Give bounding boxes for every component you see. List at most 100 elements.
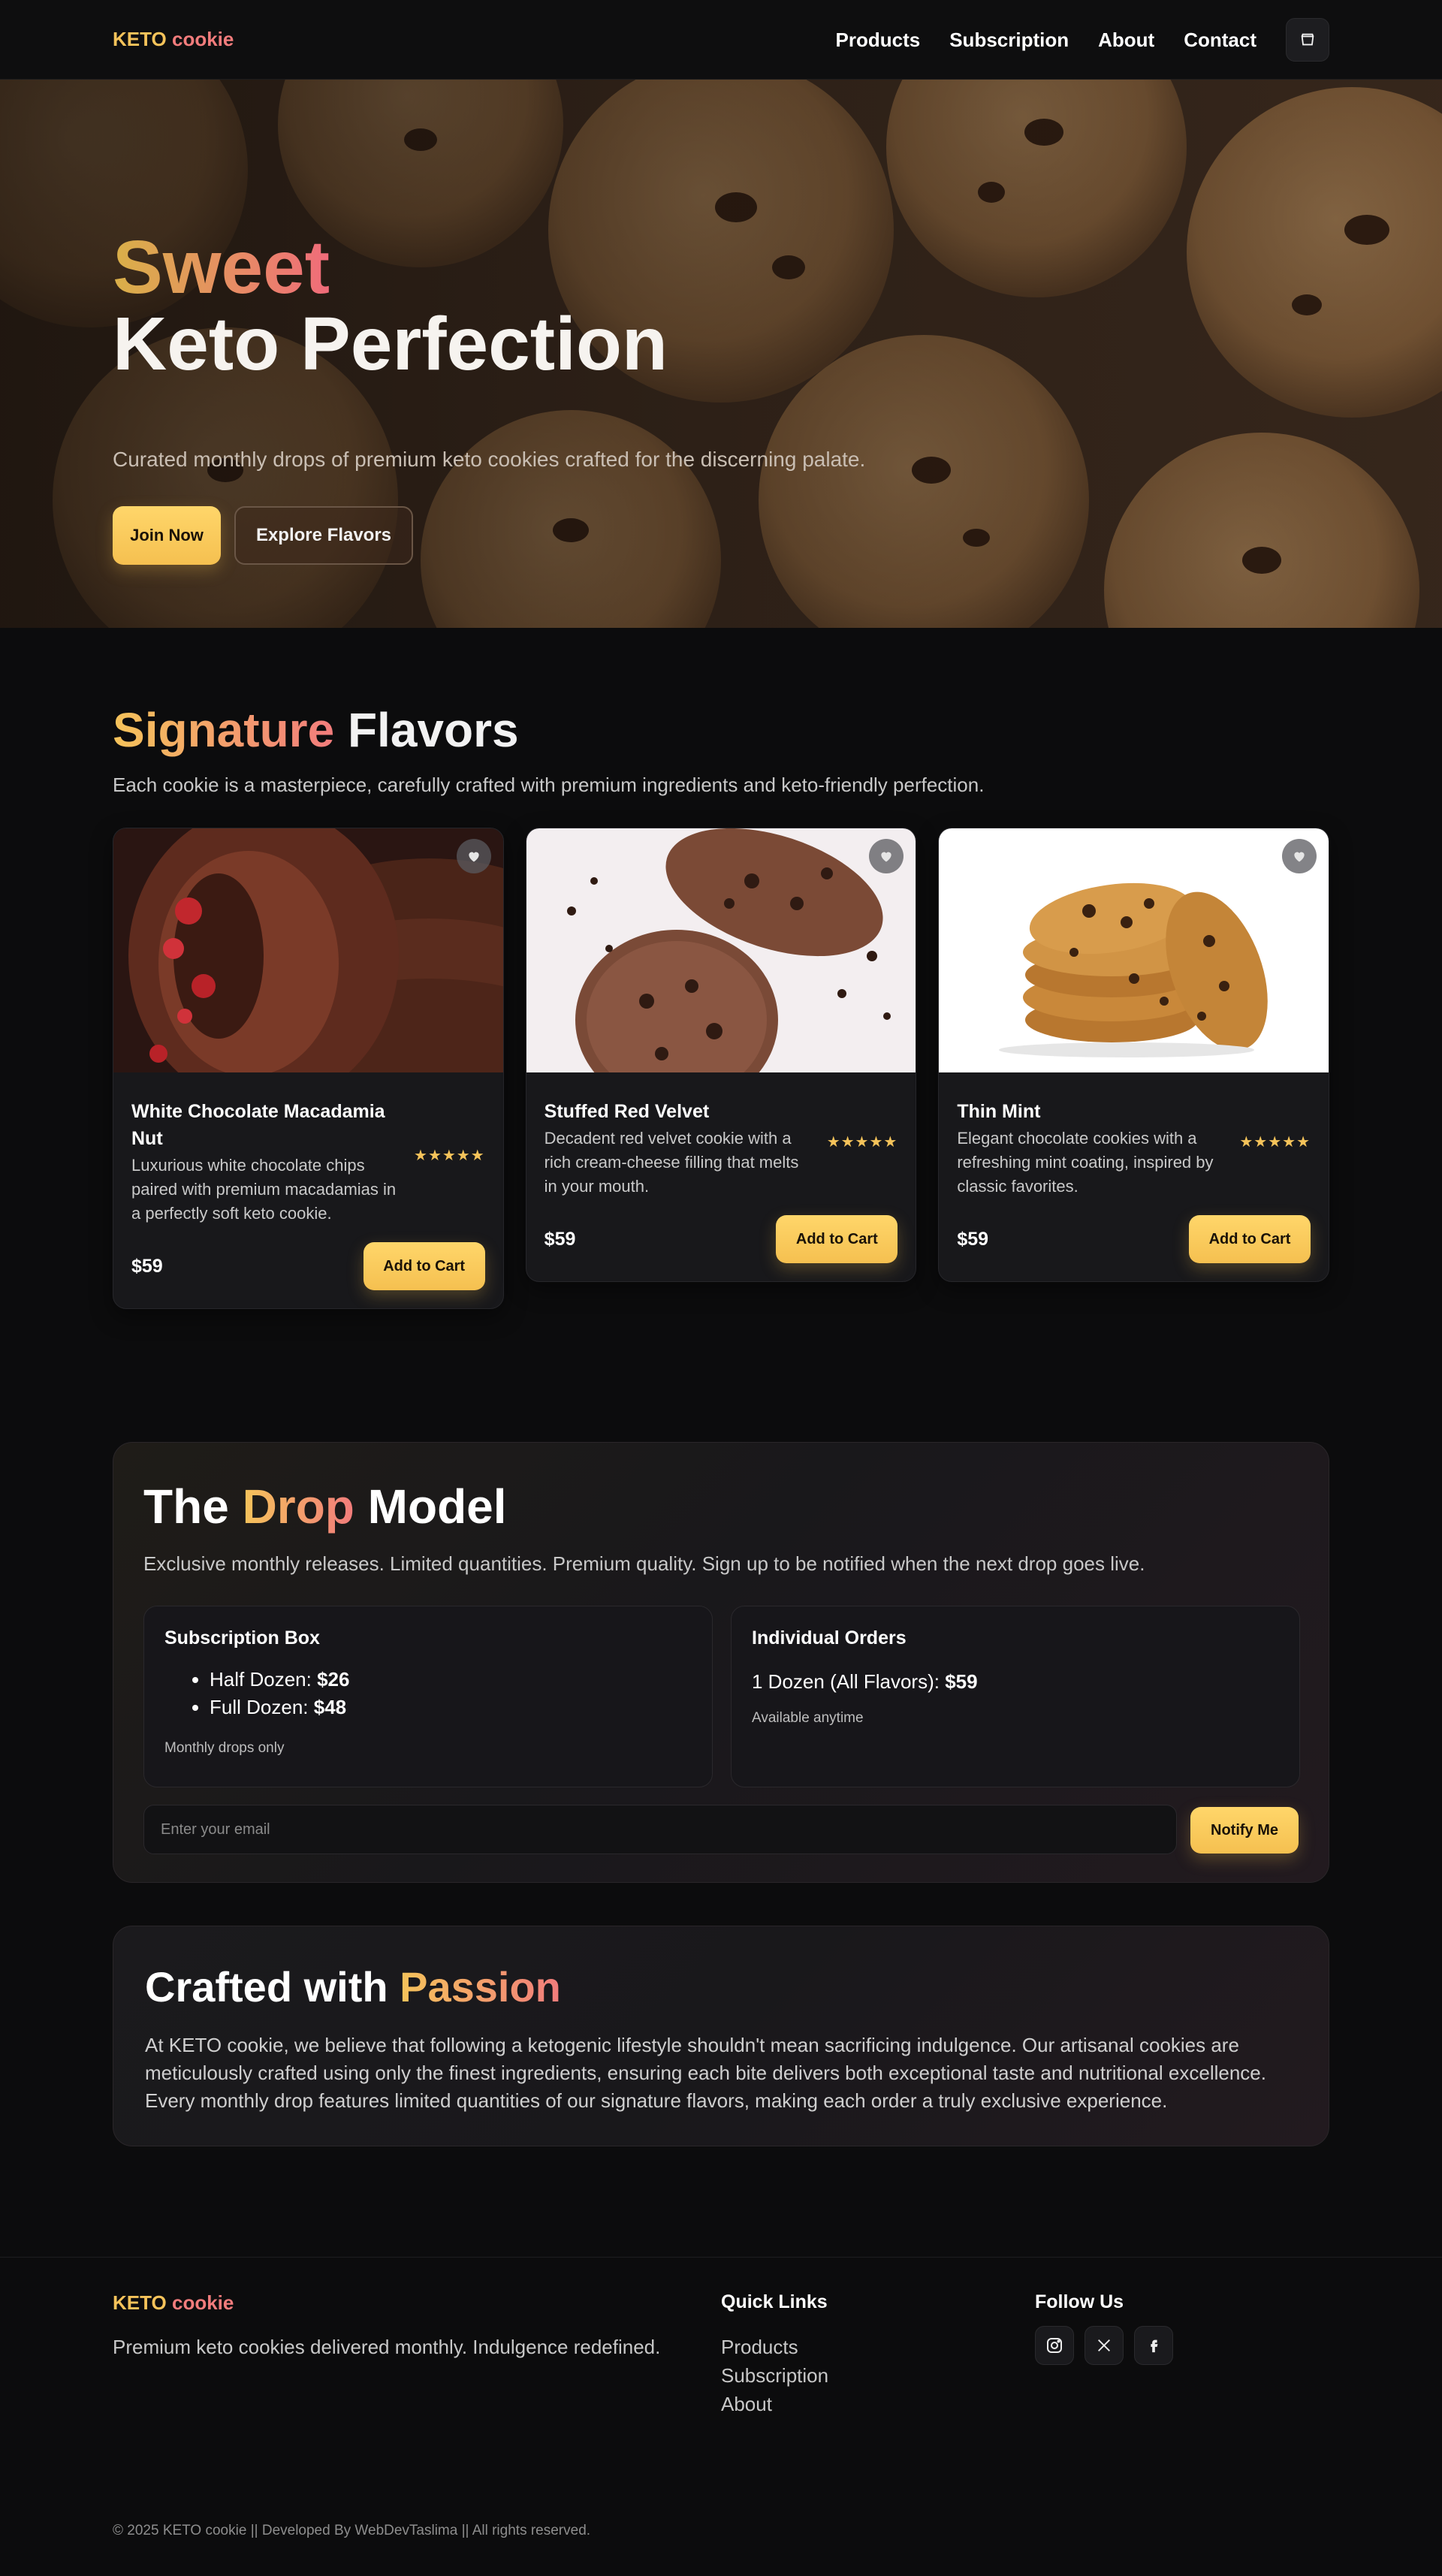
subscription-box-title: Subscription Box (164, 1627, 320, 1648)
product-name: Thin Mint (957, 1101, 1041, 1122)
passion-body: At KETO cookie, we believe that followin… (145, 2034, 1266, 2112)
list-item: Full Dozen: $48 (210, 1694, 692, 1721)
individual-orders-card: Individual Orders 1 Dozen (All Flavors):… (731, 1606, 1300, 1787)
social-links (1035, 2326, 1173, 2365)
individual-orders-title: Individual Orders (752, 1627, 907, 1648)
footer-logo[interactable]: KETO cookie (113, 2291, 234, 2315)
product-footer: $59 Add to Cart (545, 1215, 898, 1263)
individual-note: Available anytime (752, 1710, 864, 1726)
product-description: Elegant chocolate cookies with a refresh… (957, 1129, 1214, 1196)
footer-link-subscription[interactable]: Subscription (721, 2364, 828, 2387)
brand-name-cookie: cookie (172, 28, 234, 50)
product-photo-chocolate-cookies (526, 828, 916, 1072)
brand-name-keto: KETO (113, 28, 167, 50)
nav-link-about[interactable]: About (1098, 29, 1154, 52)
hero-title: Keto Perfection (113, 302, 668, 386)
nav-link-products[interactable]: Products (836, 29, 921, 52)
cart-button[interactable] (1286, 18, 1329, 62)
product-image (113, 828, 503, 1072)
top-navbar: KETO cookie Products Subscription About … (0, 0, 1442, 80)
product-card-body: Thin Mint Elegant chocolate cookies with… (939, 1072, 1329, 1281)
heart-icon (881, 852, 892, 862)
product-card: Thin Mint Elegant chocolate cookies with… (938, 828, 1330, 1282)
product-name: Stuffed Red Velvet (544, 1101, 710, 1122)
follow-us-title: Follow Us (1035, 2291, 1124, 2312)
instagram-icon (1047, 2338, 1062, 2353)
drop-title-post: Model (367, 1480, 507, 1534)
passion-section: Crafted with Passion At KETO cookie, we … (113, 1926, 1329, 2146)
facebook-icon (1151, 2339, 1158, 2353)
signature-subtitle: Each cookie is a masterpiece, carefully … (113, 774, 985, 796)
product-info: Thin Mint Elegant chocolate cookies with… (957, 1098, 1227, 1199)
product-price: $59 (957, 1228, 989, 1250)
individual-price-line: 1 Dozen (All Flavors): $59 (752, 1670, 978, 1693)
footer-brand-keto: KETO (113, 2291, 167, 2314)
nav-links: Products Subscription About Contact (836, 18, 1329, 62)
product-footer: $59 Add to Cart (957, 1215, 1311, 1263)
signature-title: Signature Flavors (113, 702, 519, 758)
heart-icon (469, 852, 479, 862)
list-item: Half Dozen: $26 (210, 1666, 692, 1694)
quick-links: Products Subscription About (721, 2336, 828, 2416)
subscription-price-list: Half Dozen: $26 Full Dozen: $48 (210, 1666, 692, 1721)
hero-subtitle: Curated monthly drops of premium keto co… (113, 448, 866, 471)
rating-stars: ★★★★★ (414, 1148, 485, 1164)
footer-link-about[interactable]: About (721, 2393, 828, 2416)
add-to-cart-button[interactable]: Add to Cart (776, 1215, 898, 1263)
product-card: Stuffed Red Velvet Decadent red velvet c… (525, 828, 917, 1282)
hero-title-accent: Sweet (113, 225, 330, 309)
add-to-cart-button[interactable]: Add to Cart (1189, 1215, 1311, 1263)
product-info: White Chocolate Macadamia Nut Luxurious … (131, 1098, 402, 1226)
rating-stars: ★★★★★ (1239, 1134, 1311, 1151)
product-footer: $59 Add to Cart (131, 1242, 485, 1290)
product-price: $59 (544, 1228, 576, 1250)
footer-tagline: Premium keto cookies delivered monthly. … (113, 2336, 661, 2358)
add-to-cart-button[interactable]: Add to Cart (363, 1242, 485, 1290)
drop-title-pre: The (143, 1480, 229, 1534)
quick-links-title: Quick Links (721, 2291, 828, 2312)
subscription-note: Monthly drops only (164, 1740, 285, 1756)
footer: KETO cookie Premium keto cookies deliver… (0, 2257, 1442, 2576)
footer-link-products[interactable]: Products (721, 2336, 828, 2359)
drop-model-section: The Drop Model Exclusive monthly release… (113, 1442, 1329, 1883)
product-image (526, 828, 916, 1072)
notify-me-button[interactable]: Notify Me (1190, 1807, 1299, 1854)
favorite-button[interactable] (1282, 839, 1317, 873)
copyright: © 2025 KETO cookie || Developed By WebDe… (113, 2523, 591, 2538)
footer-brand-cookie: cookie (172, 2291, 234, 2314)
facebook-button[interactable] (1134, 2326, 1173, 2365)
passion-title-pre: Crafted with (145, 1963, 388, 2010)
x-icon (1098, 2339, 1110, 2351)
x-button[interactable] (1085, 2326, 1124, 2365)
favorite-button[interactable] (456, 839, 491, 873)
product-cards: White Chocolate Macadamia Nut Luxurious … (113, 828, 1330, 1309)
passion-title: Crafted with Passion (145, 1962, 561, 2011)
product-image (939, 828, 1329, 1072)
drop-title-accent: Drop (242, 1480, 354, 1534)
product-photo-cookie-stack (939, 828, 1329, 1072)
shopping-bag-icon (1301, 33, 1314, 46)
product-description: Decadent red velvet cookie with a rich c… (544, 1129, 799, 1196)
product-card: White Chocolate Macadamia Nut Luxurious … (113, 828, 504, 1309)
brand-logo[interactable]: KETO cookie (113, 28, 234, 51)
signature-title-rest: Flavors (347, 703, 519, 757)
drop-model-title: The Drop Model (143, 1479, 507, 1534)
product-card-body: White Chocolate Macadamia Nut Luxurious … (113, 1072, 503, 1308)
nav-link-contact[interactable]: Contact (1184, 29, 1256, 52)
hero-section: Sweet Keto Perfection Curated monthly dr… (0, 80, 1442, 628)
nav-link-subscription[interactable]: Subscription (949, 29, 1069, 52)
drop-model-subtitle: Exclusive monthly releases. Limited quan… (143, 1552, 1145, 1575)
passion-title-accent: Passion (400, 1963, 561, 2010)
join-now-button[interactable]: Join Now (113, 506, 221, 565)
signature-title-accent: Signature (113, 703, 335, 757)
product-photo-red-velvet-halves (113, 828, 503, 1072)
subscription-box-card: Subscription Box Half Dozen: $26 Full Do… (143, 1606, 713, 1787)
product-info: Stuffed Red Velvet Decadent red velvet c… (545, 1098, 815, 1199)
heart-icon (1294, 852, 1305, 862)
rating-stars: ★★★★★ (826, 1134, 898, 1151)
product-card-body: Stuffed Red Velvet Decadent red velvet c… (526, 1072, 916, 1281)
email-input[interactable] (143, 1805, 1177, 1854)
product-description: Luxurious white chocolate chips paired w… (131, 1156, 397, 1223)
instagram-button[interactable] (1035, 2326, 1074, 2365)
explore-flavors-button[interactable]: Explore Flavors (234, 506, 413, 565)
